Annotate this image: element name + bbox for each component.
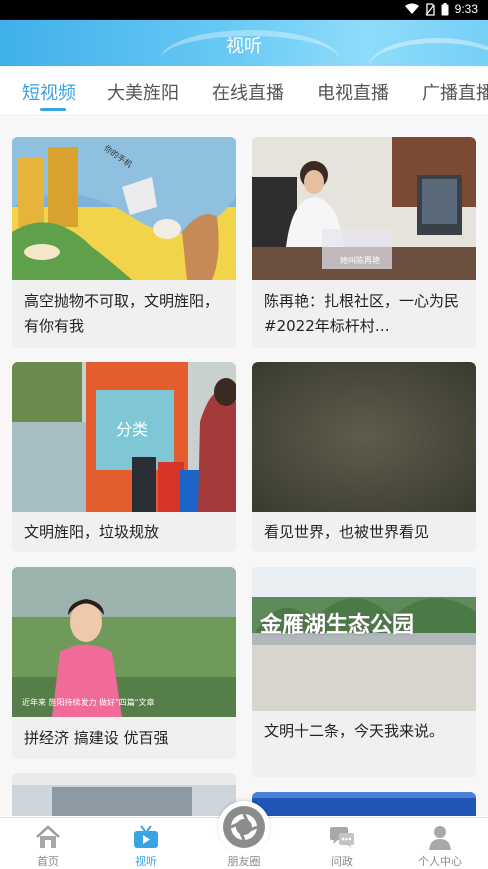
video-card[interactable]: 分类 文明旌阳，垃圾规放	[12, 362, 236, 552]
video-thumbnail[interactable]	[12, 773, 236, 816]
nav-audiovisual[interactable]: 视听	[106, 818, 186, 869]
nav-label: 朋友圈	[227, 855, 261, 868]
home-icon	[36, 825, 60, 848]
nav-home[interactable]: 首页	[8, 818, 88, 869]
video-thumbnail[interactable]: 她叫陈再艳	[252, 137, 476, 280]
video-title[interactable]: 文明十二条，今天我来说。	[264, 719, 466, 769]
nav-label: 首页	[37, 855, 59, 868]
user-icon	[429, 826, 451, 850]
video-title[interactable]: 陈再艳：扎根社区，一心为民 #2022年标杆村…	[264, 289, 466, 339]
tab-damei-jingyang[interactable]: 大美旌阳	[107, 79, 179, 105]
wifi-icon	[404, 3, 419, 14]
category-tabs: 短视频 大美旌阳 在线直播 电视直播 广播直播	[0, 66, 488, 116]
video-title[interactable]: 高空抛物不可取，文明旌阳，有你有我	[24, 289, 226, 339]
status-time: 9:33	[454, 2, 478, 16]
video-card[interactable]	[12, 773, 236, 816]
video-thumbnail[interactable]: 你的手机	[12, 137, 236, 280]
status-bar: 9:33	[0, 0, 488, 20]
video-title[interactable]: 拼经济 搞建设 优百强	[24, 726, 226, 751]
video-title[interactable]: 文明旌阳，垃圾规放	[24, 520, 226, 545]
app-header: 视听	[0, 20, 488, 66]
nav-profile[interactable]: 个人中心	[400, 818, 480, 869]
thumbnail-caption: 近年来 旌阳持续发力 做好"四篇"文章	[22, 698, 155, 707]
video-thumbnail[interactable]: 分类	[12, 362, 236, 512]
video-thumbnail[interactable]: 金雁湖生态公园	[252, 567, 476, 711]
friends-circle-button[interactable]	[218, 801, 270, 853]
nav-inquiry[interactable]: 问政	[302, 818, 382, 869]
video-thumbnail[interactable]: 近年来 旌阳持续发力 做好"四篇"文章	[12, 567, 236, 717]
video-card[interactable]: 你的手机 高空抛物不可取，文明旌阳，有你有我	[12, 137, 236, 348]
tv-icon	[134, 825, 158, 848]
battery-icon	[441, 2, 449, 15]
video-card[interactable]	[252, 792, 476, 816]
tab-radio-live[interactable]: 广播直播	[422, 79, 488, 105]
active-tab-indicator	[40, 108, 66, 111]
tab-tv-live[interactable]: 电视直播	[317, 79, 389, 105]
video-card[interactable]: 近年来 旌阳持续发力 做好"四篇"文章 拼经济 搞建设 优百强	[12, 567, 236, 759]
tab-short-video[interactable]: 短视频	[22, 79, 76, 105]
thumbnail-caption: 她叫陈再艳	[340, 256, 380, 265]
nav-label: 问政	[331, 855, 353, 868]
video-card[interactable]: 她叫陈再艳 陈再艳：扎根社区，一心为民 #2022年标杆村…	[252, 137, 476, 348]
page-title: 视听	[226, 36, 262, 57]
video-feed[interactable]: 你的手机 高空抛物不可取，文明旌阳，有你有我 她叫陈再艳 陈再艳：扎根社区，一心…	[0, 117, 488, 816]
video-title[interactable]: 看见世界，也被世界看见	[264, 520, 466, 545]
video-card[interactable]: 金雁湖生态公园 文明十二条，今天我来说。	[252, 567, 476, 777]
nav-label: 视听	[135, 855, 157, 868]
chat-icon	[330, 827, 354, 848]
thumbnail-caption: 金雁湖生态公园	[260, 613, 415, 638]
nav-label: 个人中心	[418, 855, 462, 868]
no-sim-icon	[425, 2, 435, 16]
tab-online-live[interactable]: 在线直播	[212, 79, 284, 105]
video-thumbnail[interactable]	[252, 792, 476, 816]
video-card[interactable]: 看见世界，也被世界看见	[252, 362, 476, 552]
camera-shutter-icon	[223, 806, 265, 848]
thumbnail-caption: 分类	[116, 420, 149, 439]
video-thumbnail[interactable]	[252, 362, 476, 512]
